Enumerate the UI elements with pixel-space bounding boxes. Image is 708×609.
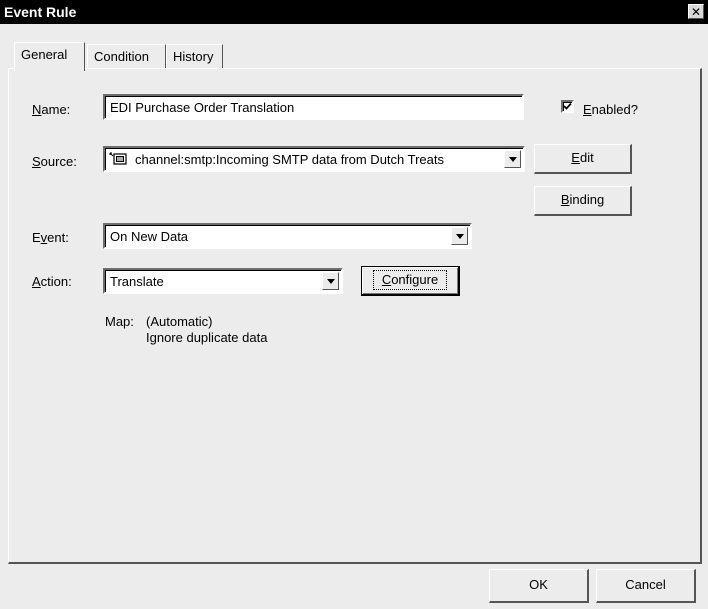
enabled-label-rest: nabled? (591, 102, 638, 117)
edit-button-mnemonic: E (571, 150, 580, 165)
window-title: Event Rule (4, 4, 77, 20)
configure-focus-rect: Configure (372, 270, 448, 290)
ok-button-label: OK (529, 577, 548, 592)
name-label-rest: ame: (41, 102, 71, 117)
tab-condition[interactable]: Condition (87, 44, 166, 68)
action-value: Translate (110, 274, 164, 289)
action-label-mnemonic: A (32, 274, 41, 289)
enabled-label[interactable]: Enabled? (583, 102, 638, 117)
name-label-mnemonic: N (32, 102, 42, 117)
map-label: Map: (105, 314, 134, 329)
tab-condition-label: Condition (94, 49, 149, 64)
tab-history-label: History (173, 49, 214, 64)
close-icon: ✕ (690, 5, 702, 19)
map-value-line1: (Automatic) (146, 314, 213, 329)
title-bar: Event Rule ✕ (0, 0, 708, 24)
name-input-value: EDI Purchase Order Translation (110, 100, 295, 115)
tab-general-label: General (21, 47, 68, 62)
cancel-button[interactable]: Cancel (596, 569, 696, 603)
action-label: Action: (32, 274, 72, 289)
action-label-rest: ction: (40, 274, 72, 289)
source-combobox[interactable]: channel:smtp:Incoming SMTP data from Dut… (103, 146, 525, 172)
enabled-checkbox[interactable] (561, 100, 574, 113)
event-rule-dialog: Event Rule ✕ General Condition History N… (0, 0, 708, 609)
source-label-rest: ource: (40, 154, 77, 169)
configure-button-mnemonic: C (381, 272, 392, 287)
source-value: channel:smtp:Incoming SMTP data from Dut… (135, 152, 445, 167)
binding-button-rest: inding (569, 192, 605, 207)
tab-general[interactable]: General (14, 42, 85, 71)
action-combobox[interactable]: Translate (103, 268, 343, 294)
action-dropdown-arrow[interactable] (322, 272, 339, 290)
source-label: Source: (32, 154, 77, 169)
event-combobox[interactable]: On New Data (103, 223, 472, 249)
map-value-line2: Ignore duplicate data (146, 330, 268, 345)
edit-button-rest: dit (579, 150, 594, 165)
source-label-mnemonic: S (32, 154, 41, 169)
binding-button[interactable]: Binding (534, 186, 632, 216)
checkmark-icon (563, 102, 572, 110)
source-dropdown-arrow[interactable] (504, 150, 521, 168)
enabled-label-mnemonic: E (583, 102, 592, 117)
configure-button-rest: onfigure (391, 272, 439, 287)
cancel-button-label: Cancel (625, 577, 666, 592)
edit-button[interactable]: Edit (534, 144, 632, 174)
name-input[interactable]: EDI Purchase Order Translation (103, 94, 524, 120)
close-button[interactable]: ✕ (688, 4, 704, 19)
name-label: Name: (32, 102, 70, 117)
channel-icon (109, 152, 127, 165)
tab-history[interactable]: History (166, 44, 223, 68)
event-dropdown-arrow[interactable] (451, 227, 468, 245)
event-value: On New Data (110, 229, 189, 244)
event-label-pre: E (32, 230, 41, 245)
configure-button[interactable]: Configure (361, 266, 460, 296)
ok-button[interactable]: OK (489, 569, 589, 603)
event-label-rest: ent: (47, 230, 69, 245)
event-label: Event: (32, 230, 69, 245)
